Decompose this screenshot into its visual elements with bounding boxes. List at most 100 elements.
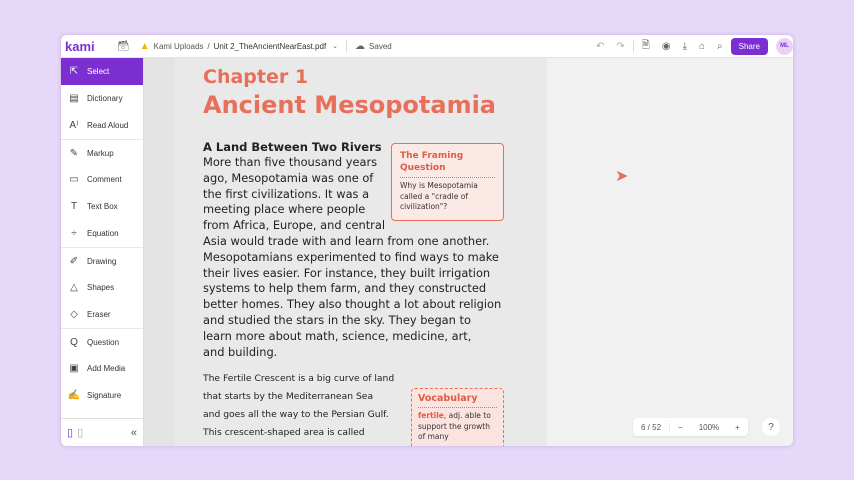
zoom-in-button[interactable]: +: [727, 423, 748, 432]
page-gutter: [144, 58, 175, 446]
pdf-page: Chapter 1 Ancient Mesopotamia A Land Bet…: [175, 58, 547, 446]
vocab-title: Vocabulary: [418, 393, 497, 408]
chapter-label: Chapter 1: [203, 66, 309, 88]
dictionary-icon: ▤: [69, 93, 79, 104]
drawing-icon: ✐: [69, 255, 79, 267]
sidebar-item-label: Eraser: [87, 310, 111, 319]
signature-icon: ✍: [67, 390, 81, 401]
divider: [632, 40, 634, 52]
body-line: Mesopotamians experimented to find ways …: [203, 249, 499, 264]
sidebar-item-label: Markup: [87, 148, 114, 158]
avatar[interactable]: ML: [776, 37, 793, 55]
sidebar-item-label: Read Aloud: [87, 121, 129, 130]
layout-toggle-alt-icon[interactable]: ▯: [77, 426, 83, 439]
sidebar-item-label: Shapes: [87, 283, 115, 292]
app-window: kami 🗃 ▲ Kami Uploads / Unit 2_TheAncien…: [61, 35, 793, 446]
paragraph-line: This crescent-shaped area is called: [203, 427, 365, 438]
framing-question: Why is Mesopotamia called a "cradle of c…: [400, 181, 478, 211]
section-heading: A Land Between Two Rivers: [203, 140, 382, 154]
sidebar-item-label: Select: [87, 67, 110, 76]
document-icon[interactable]: 🗎: [642, 38, 650, 55]
markup-icon: ✎: [69, 147, 79, 159]
sidebar-item-label: Comment: [87, 175, 122, 184]
sidebar-footer: ▯ ▯ «: [61, 418, 143, 446]
search-icon[interactable]: ⌕: [717, 41, 723, 52]
google-drive-icon: ▲: [139, 40, 150, 52]
kami-logo[interactable]: kami: [65, 39, 117, 54]
sidebar-item-label: Add Media: [87, 364, 126, 373]
paragraph-line: that starts by the Mediterranean Sea: [203, 391, 374, 402]
text-box-icon: T: [70, 201, 78, 212]
top-bar: kami 🗃 ▲ Kami Uploads / Unit 2_TheAncien…: [61, 35, 793, 58]
sidebar-item-label: Equation: [87, 229, 119, 238]
question-icon: Q: [70, 336, 78, 348]
file-name[interactable]: Unit 2_TheAncientNearEast.pdf: [214, 42, 327, 51]
body-line: and studied the stars in the sky. They b…: [203, 312, 471, 327]
sidebar-item-read-aloud[interactable]: A⁾ Read Aloud: [61, 112, 143, 139]
paragraph-2: The Fertile Crescent is a big curve of l…: [203, 370, 394, 446]
page-indicator[interactable]: 6 / 52: [633, 422, 671, 432]
sidebar-item-equation[interactable]: ÷ Equation: [61, 220, 143, 247]
framing-question-box: The Framing Question Why is Mesopotamia …: [391, 143, 504, 221]
layout-toggle-icon[interactable]: ▯: [67, 426, 73, 439]
chevron-down-icon[interactable]: ⌄: [332, 42, 338, 50]
archive-icon[interactable]: 🗃: [117, 41, 130, 52]
sidebar-item-drawing[interactable]: ✐ Drawing: [61, 247, 143, 274]
sidebar-item-add-media[interactable]: ▣ Add Media: [61, 355, 143, 382]
body-line: learn more about math, science, medicine…: [203, 328, 472, 343]
sidebar-item-comment[interactable]: ▭ Comment: [61, 166, 143, 193]
body-line: their lives easier. For instance, they b…: [203, 265, 491, 280]
sidebar-item-label: Signature: [87, 391, 122, 400]
body-line: Asia would trade with and learn from one…: [203, 233, 490, 248]
collapse-sidebar-icon[interactable]: «: [131, 427, 137, 439]
sidebar-item-shapes[interactable]: △ Shapes: [61, 274, 143, 301]
paragraph-line: fertile because the soil and climate: [203, 442, 394, 446]
body-line: better homes. They also thought a lot ab…: [203, 297, 502, 312]
sidebar-item-text-box[interactable]: T Text Box: [61, 193, 143, 220]
read-aloud-icon: A⁾: [69, 120, 79, 131]
help-button[interactable]: ?: [762, 418, 780, 436]
comment-icon: ▭: [69, 174, 79, 185]
vocab-term: fertile: [418, 411, 444, 420]
page-zoom-controls: 6 / 52 − 100% +: [633, 418, 748, 436]
save-status: Saved: [369, 41, 392, 51]
sidebar-item-select[interactable]: ⇱ Select: [61, 58, 143, 85]
breadcrumb-location[interactable]: Kami Uploads: [154, 42, 204, 51]
vocabulary-box: Vocabulary fertile, adj. able to support…: [411, 388, 504, 446]
eye-icon[interactable]: ◉: [662, 41, 671, 52]
paragraph-line: and goes all the way to the Persian Gulf…: [203, 409, 389, 420]
body-line: systems to help them farm, and they cons…: [203, 281, 487, 296]
equation-icon: ÷: [71, 228, 77, 239]
body-line: and building.: [203, 344, 278, 359]
chapter-title: Ancient Mesopotamia: [203, 91, 497, 119]
sidebar-item-label: Text Box: [87, 202, 118, 211]
cursor-icon: ⇱: [69, 66, 79, 77]
tool-sidebar: ⇱ Select ▤ Dictionary A⁾ Read Aloud ✎ Markup ▭ Co…: [61, 58, 144, 446]
paragraph-line: The Fertile Crescent is a big curve of l…: [203, 373, 395, 384]
zoom-level[interactable]: 100%: [691, 423, 727, 432]
shapes-icon: △: [70, 282, 78, 293]
share-button[interactable]: Share: [730, 37, 768, 55]
framing-title: The Framing Question: [400, 150, 495, 178]
toolbox-icon[interactable]: ⌂: [699, 41, 705, 52]
add-media-icon: ▣: [69, 363, 79, 374]
sidebar-item-label: Question: [87, 337, 120, 347]
cloud-saved-icon: ☁: [355, 40, 366, 52]
mouse-cursor-icon: ➤: [615, 168, 629, 185]
sidebar-item-signature[interactable]: ✍ Signature: [61, 382, 143, 409]
fertile-term: fertile: [203, 445, 235, 446]
sidebar-item-eraser[interactable]: ◇ Eraser: [61, 301, 143, 328]
redo-icon[interactable]: ↷: [616, 41, 624, 52]
eraser-icon: ◇: [70, 309, 78, 320]
breadcrumb-separator: /: [207, 41, 210, 51]
sidebar-item-label: Dictionary: [87, 94, 123, 103]
sidebar-item-dictionary[interactable]: ▤ Dictionary: [61, 85, 143, 112]
sidebar-item-question[interactable]: Q Question: [61, 328, 143, 355]
sidebar-item-label: Drawing: [87, 256, 117, 266]
paragraph-cut-text: because the soil and climate: [235, 445, 370, 446]
sidebar-item-markup[interactable]: ✎ Markup: [61, 139, 143, 166]
zoom-out-button[interactable]: −: [670, 423, 691, 432]
divider: [346, 40, 348, 52]
undo-icon[interactable]: ↶: [596, 41, 604, 52]
download-icon[interactable]: ⤓: [683, 41, 687, 52]
